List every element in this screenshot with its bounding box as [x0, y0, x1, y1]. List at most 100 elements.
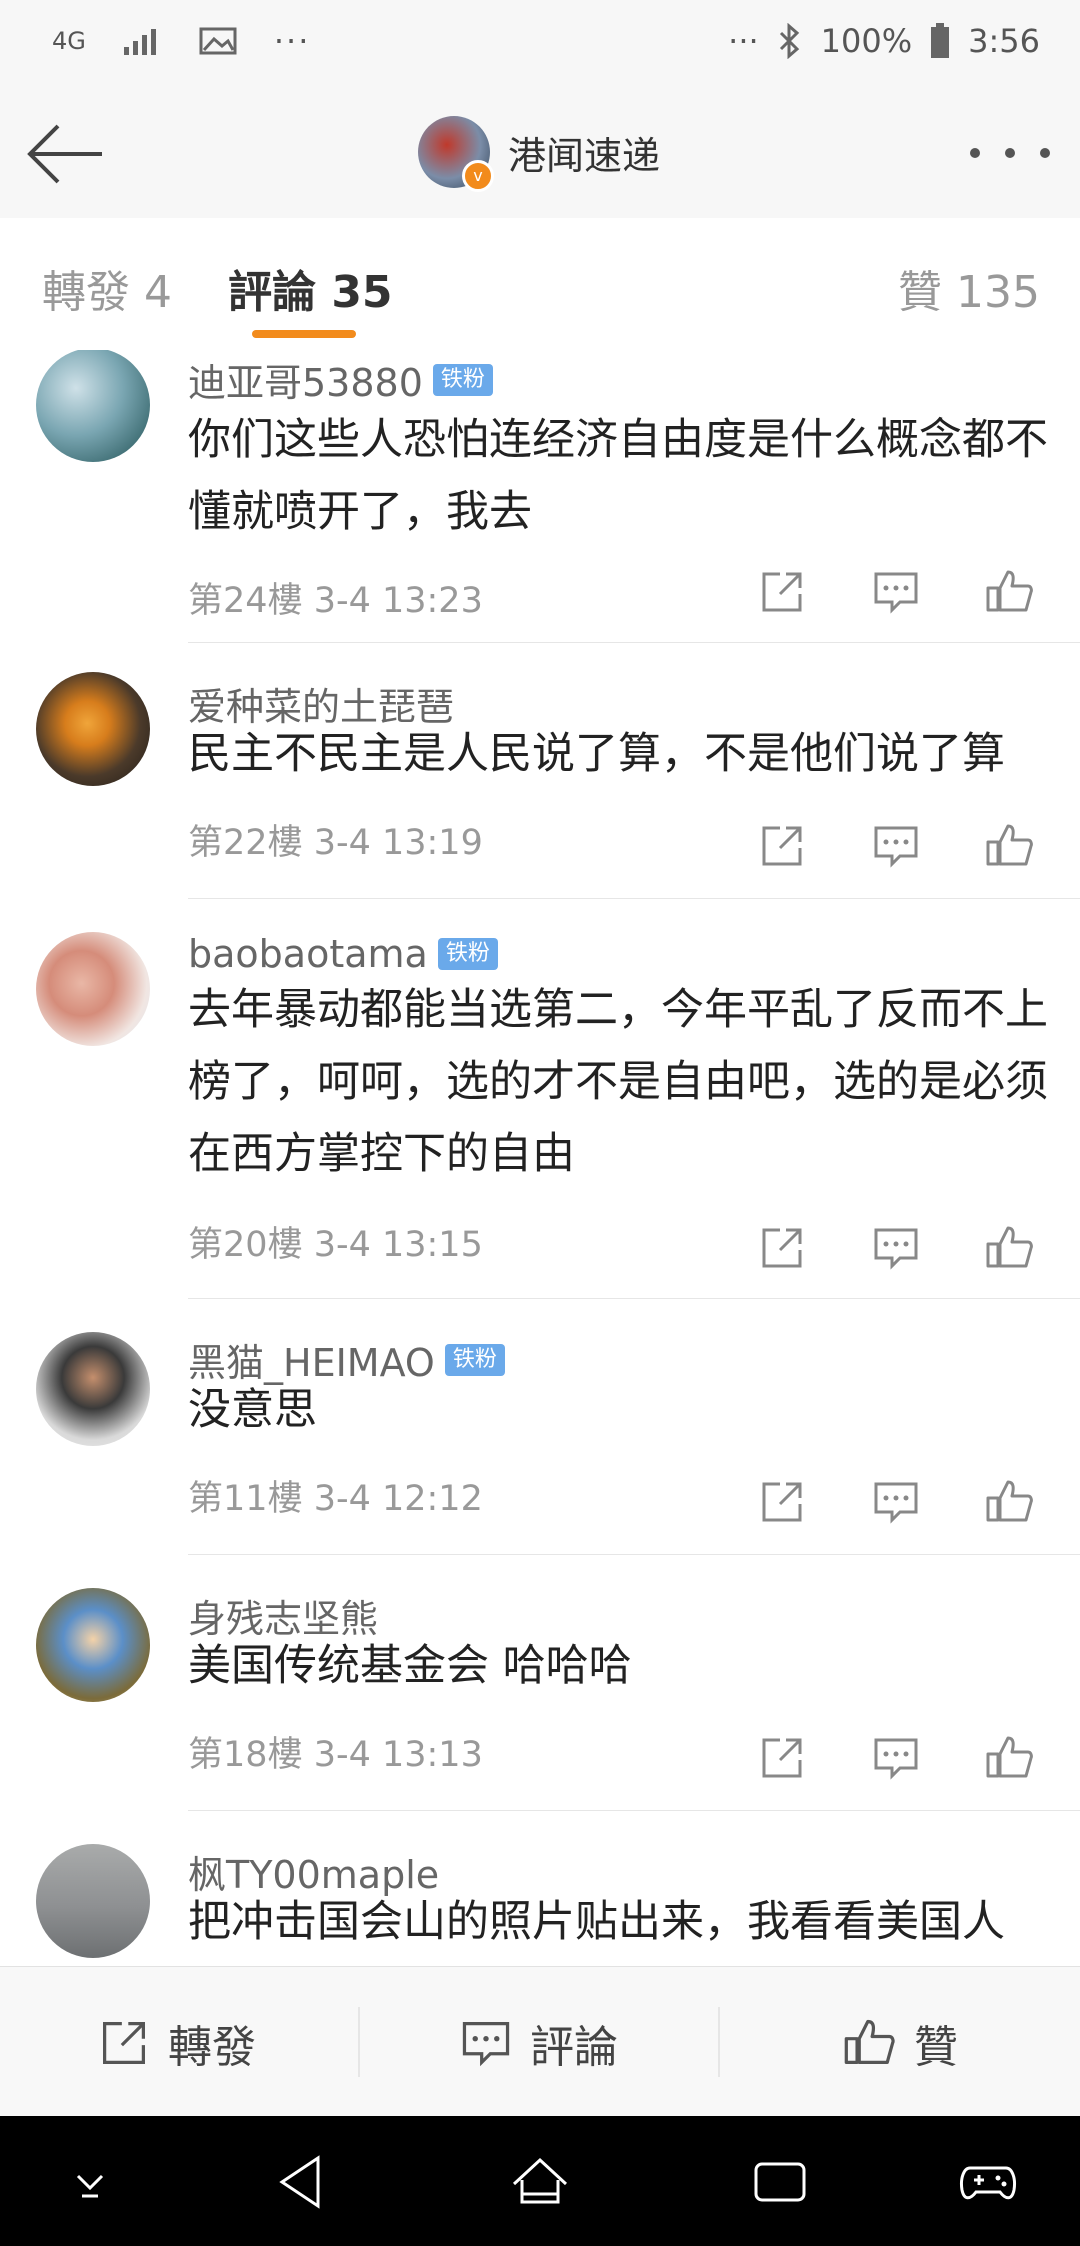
comment-meta: 第22樓 3-4 13:19: [188, 814, 483, 865]
forward-label: 轉發: [168, 2022, 256, 2073]
verified-badge-icon: v: [462, 160, 494, 192]
account-header[interactable]: v 港闻速递: [418, 116, 661, 192]
battery-percent: 100%: [820, 22, 913, 60]
like-icon[interactable]: [984, 1732, 1036, 1784]
user-avatar[interactable]: [36, 350, 150, 462]
comment-time: 3-4 13:15: [313, 1225, 483, 1265]
comment-item: baobaotama 铁粉 去年暴动都能当选第二，今年平乱了反而不上榜了，呵呵，…: [0, 932, 1080, 1265]
bottom-action-bar: 轉發 評論 贊: [0, 1966, 1080, 2117]
clock: 3:56: [968, 22, 1040, 60]
user-avatar[interactable]: [36, 672, 150, 786]
share-icon[interactable]: [756, 1222, 808, 1274]
comment-label: 評論: [530, 2022, 618, 2073]
divider: [188, 642, 1080, 643]
user-avatar[interactable]: [36, 1332, 150, 1446]
recent-apps-icon[interactable]: [748, 2150, 812, 2214]
tab-forwards[interactable]: 轉發 4: [42, 256, 172, 320]
divider: [188, 1810, 1080, 1811]
reply-icon[interactable]: [870, 1222, 922, 1274]
divider: [718, 2007, 720, 2077]
overflow-dots-icon: ···: [728, 22, 759, 60]
comment-time: 3-4 13:23: [313, 581, 483, 621]
like-label: 贊: [914, 2022, 958, 2073]
battery-icon: [931, 23, 950, 58]
tab-likes[interactable]: 贊 135: [898, 256, 1040, 320]
active-tab-indicator: [252, 330, 356, 338]
fan-badge: 铁粉: [437, 938, 498, 970]
divider: [358, 2007, 360, 2077]
comment-actions: [756, 1732, 1036, 1784]
username-text: baobaotama: [188, 932, 428, 976]
reply-icon[interactable]: [870, 1476, 922, 1528]
comment-meta: 第18樓 3-4 13:13: [188, 1726, 483, 1777]
reply-icon[interactable]: [870, 1732, 922, 1784]
comment-meta: 第20樓 3-4 13:15: [188, 1216, 483, 1267]
user-avatar[interactable]: [36, 932, 150, 1046]
tab-comments[interactable]: 評論 35: [228, 256, 393, 320]
forward-button[interactable]: 轉發: [96, 2011, 256, 2075]
reply-icon[interactable]: [870, 820, 922, 872]
comment-text: 没意思: [188, 1385, 317, 1435]
like-icon[interactable]: [984, 1222, 1036, 1274]
network-type: 4G: [52, 27, 86, 55]
username-text: 迪亚哥53880: [188, 361, 423, 405]
comment-button[interactable]: 評論: [458, 2011, 618, 2075]
back-arrow-icon: [27, 124, 102, 184]
status-left: 4G ···: [52, 22, 310, 60]
hide-keyboard-icon[interactable]: [58, 2150, 122, 2214]
comment-time: 3-4 12:12: [313, 1479, 483, 1519]
share-icon[interactable]: [756, 1732, 808, 1784]
comment-text: 民主不民主是人民说了算，不是他们说了算: [188, 729, 1005, 779]
comment-actions: [756, 566, 1036, 618]
comment-item: 枫TY00maple 把冲击国会山的照片贴出来，我看看美国人: [0, 1844, 1080, 1966]
comment-actions: [756, 1222, 1036, 1274]
status-bar: 4G ··· ··· 100% 3:56: [0, 0, 1080, 90]
user-avatar[interactable]: [36, 1588, 150, 1702]
floor-number: 第20樓: [188, 1225, 303, 1265]
comment-meta: 第24樓 3-4 13:23: [188, 572, 483, 623]
top-nav-bar: v 港闻速递: [0, 90, 1080, 219]
divider: [188, 898, 1080, 899]
floor-number: 第22樓: [188, 823, 303, 863]
floor-number: 第24樓: [188, 581, 303, 621]
like-icon: [844, 2019, 895, 2064]
status-right: ··· 100% 3:56: [728, 22, 1040, 60]
comment-text: 你们这些人恐怕连经济自由度是什么概念都不懂就喷开了，我去: [188, 415, 1048, 537]
comment-text: 去年暴动都能当选第二，今年平乱了反而不上榜了，呵呵，选的才不是自由吧，选的是必须…: [188, 985, 1048, 1179]
divider: [188, 1554, 1080, 1555]
bluetooth-icon: [779, 23, 799, 59]
share-icon[interactable]: [756, 1476, 808, 1528]
comment-text: 美国传统基金会 哈哈哈: [188, 1641, 632, 1691]
reply-icon[interactable]: [870, 566, 922, 618]
back-button[interactable]: [24, 114, 108, 194]
comment-username[interactable]: baobaotama 铁粉: [188, 932, 498, 976]
comment-meta: 第11樓 3-4 12:12: [188, 1470, 483, 1521]
like-button[interactable]: 贊: [842, 2011, 958, 2075]
interaction-tabs: 轉發 4 評論 35 贊 135: [0, 218, 1080, 351]
fan-badge: 铁粉: [444, 1343, 505, 1376]
more-dot-icon: [970, 148, 980, 158]
reply-icon: [462, 2022, 510, 2067]
comment-actions: [756, 1476, 1036, 1528]
more-dot-icon: [1005, 148, 1015, 158]
system-navigation-bar: [0, 2116, 1080, 2246]
more-options-button[interactable]: [970, 128, 1050, 178]
floor-number: 第11樓: [188, 1479, 303, 1519]
like-icon[interactable]: [984, 820, 1036, 872]
home-nav-icon[interactable]: [508, 2150, 572, 2214]
back-nav-icon[interactable]: [272, 2150, 336, 2214]
share-icon[interactable]: [756, 566, 808, 618]
comment-username[interactable]: 迪亚哥53880 铁粉: [188, 352, 493, 407]
like-icon[interactable]: [984, 1476, 1036, 1528]
fan-badge: 铁粉: [432, 363, 493, 396]
user-avatar[interactable]: [36, 1844, 150, 1958]
share-icon[interactable]: [756, 820, 808, 872]
divider: [188, 1298, 1080, 1299]
like-icon[interactable]: [984, 566, 1036, 618]
floor-number: 第18樓: [188, 1735, 303, 1775]
account-avatar[interactable]: v: [418, 116, 494, 192]
share-icon: [103, 2022, 145, 2064]
comment-list[interactable]: 迪亚哥53880 铁粉 你们这些人恐怕连经济自由度是什么概念都不懂就喷开了，我去…: [0, 350, 1080, 1966]
game-controller-icon[interactable]: [956, 2150, 1020, 2214]
account-name: 港闻速递: [508, 133, 661, 178]
